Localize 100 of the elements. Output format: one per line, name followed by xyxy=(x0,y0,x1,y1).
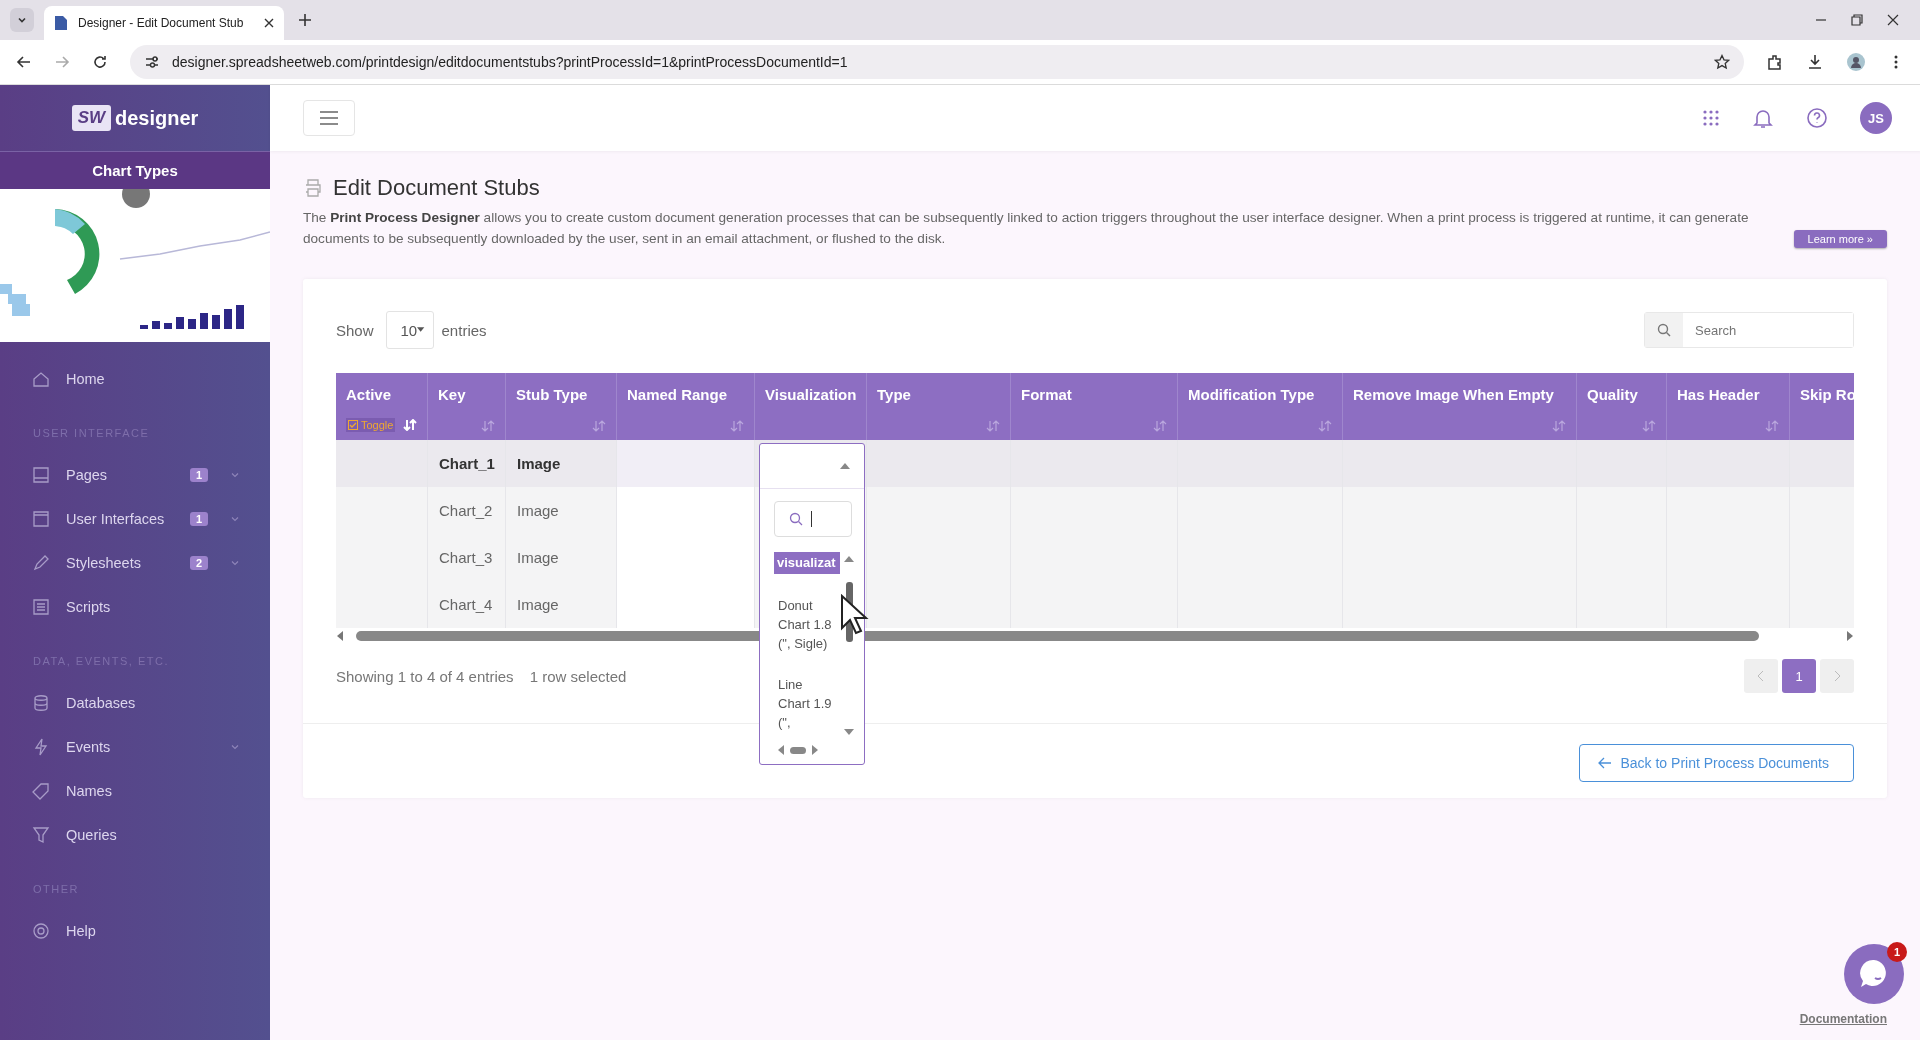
user-avatar[interactable]: JS xyxy=(1860,102,1892,134)
learn-more-button[interactable]: Learn more » xyxy=(1793,230,1887,248)
sidebar-item[interactable]: Events xyxy=(0,725,270,769)
sidebar-item-label: Names xyxy=(66,783,113,799)
new-tab-icon[interactable] xyxy=(298,13,312,27)
back-button[interactable]: Back to Print Process Documents xyxy=(1579,744,1854,782)
count-badge: 1 xyxy=(189,468,208,482)
notification-bell-icon[interactable] xyxy=(1752,107,1774,129)
tab-title: Designer - Edit Document Stub xyxy=(78,16,245,30)
printer-icon xyxy=(303,178,323,198)
dropdown-search-field[interactable] xyxy=(774,501,852,537)
search-field[interactable]: Search xyxy=(1644,312,1854,348)
table-cell: Chart_4 xyxy=(439,596,493,613)
download-icon[interactable] xyxy=(1806,53,1824,71)
sidebar-item[interactable]: Stylesheets 2 xyxy=(0,541,270,585)
database-icon xyxy=(32,694,50,712)
sort-icon[interactable] xyxy=(730,420,744,432)
back-icon[interactable] xyxy=(16,54,32,70)
sidebar-item[interactable]: Scripts xyxy=(0,585,270,629)
chevron-down-icon xyxy=(230,742,240,752)
table-cell: Image xyxy=(517,549,559,566)
sort-icon[interactable] xyxy=(481,420,495,432)
arrow-left-icon xyxy=(1598,757,1613,769)
close-icon[interactable] xyxy=(264,18,274,28)
sort-icon[interactable] xyxy=(1153,420,1167,432)
star-icon[interactable] xyxy=(1714,54,1730,70)
window-icon xyxy=(32,510,50,528)
table-row[interactable]: Chart_1 Image xyxy=(336,440,1854,487)
lifebuoy-icon xyxy=(32,922,50,940)
sidebar-item-label: Home xyxy=(66,371,106,387)
scroll-down-icon[interactable] xyxy=(844,729,854,735)
scroll-right-icon[interactable] xyxy=(1846,631,1854,641)
logo-text: designer xyxy=(115,106,199,130)
url-text: designer.spreadsheetweb.com/printdesign/editdocumentstubs?printProcessId=1&printProcessDocumentId=1 xyxy=(172,54,848,70)
apps-grid-icon[interactable] xyxy=(1702,109,1720,127)
menu-icon xyxy=(319,111,339,125)
reload-icon[interactable] xyxy=(92,54,108,70)
table-row[interactable]: Chart_2 Image xyxy=(336,487,1854,534)
filter-icon xyxy=(32,826,50,844)
site-settings-icon[interactable] xyxy=(144,54,160,70)
tag-icon xyxy=(32,782,50,800)
scroll-up-icon[interactable] xyxy=(844,556,854,562)
scroll-right-icon[interactable] xyxy=(812,745,818,755)
tab-list-button[interactable] xyxy=(10,8,34,32)
scroll-left-icon[interactable] xyxy=(778,745,784,755)
caret-up-icon[interactable] xyxy=(840,463,850,469)
show-label: Show xyxy=(336,321,374,339)
help-icon[interactable] xyxy=(1806,107,1828,129)
page-title: Edit Document Stubs xyxy=(333,175,540,201)
sidebar-item-label: Scripts xyxy=(66,599,112,615)
sidebar-item[interactable]: Queries xyxy=(0,813,270,857)
sidebar-item-label: User Interfaces xyxy=(66,511,166,527)
sort-icon[interactable] xyxy=(1765,420,1779,432)
restore-icon[interactable] xyxy=(1850,13,1864,27)
entries-label: entries xyxy=(441,321,487,339)
sort-icon[interactable] xyxy=(1642,420,1656,432)
dropdown-option[interactable]: visualizat xyxy=(774,552,840,574)
table-cell: Image xyxy=(517,596,559,613)
sidebar-item[interactable]: User Interfaces 1 xyxy=(0,497,270,541)
chat-button[interactable]: 1 xyxy=(1844,944,1904,1004)
checkbox-icon xyxy=(348,420,358,430)
forward-icon[interactable] xyxy=(54,54,70,70)
page-size-select[interactable]: 10 xyxy=(385,311,434,349)
sidebar-item-label: Databases xyxy=(66,695,137,711)
sidebar-item[interactable]: Home xyxy=(0,357,270,401)
table-cell: Image xyxy=(517,502,559,519)
scrollbar-thumb[interactable] xyxy=(790,746,806,754)
sort-icon[interactable] xyxy=(1318,420,1332,432)
sidebar-item-label: Help xyxy=(66,923,97,939)
extensions-icon[interactable] xyxy=(1766,53,1784,71)
menu-button[interactable] xyxy=(303,100,355,136)
bolt-icon xyxy=(32,738,50,756)
address-field[interactable]: designer.spreadsheetweb.com/printdesign/editdocumentstubs?printProcessId=1&printProcessDocumentId=1 xyxy=(130,45,1744,79)
sort-icon[interactable] xyxy=(1552,420,1566,432)
table-cell: Chart_3 xyxy=(439,549,493,566)
profile-icon[interactable] xyxy=(1846,52,1866,72)
logo-mark: SW xyxy=(71,105,111,131)
close-window-icon[interactable] xyxy=(1886,13,1900,27)
search-icon xyxy=(1657,323,1671,337)
home-icon xyxy=(32,370,50,388)
dropdown-option[interactable]: Line Chart 1.9 (", xyxy=(774,675,838,732)
sidebar-item[interactable]: Databases xyxy=(0,681,270,725)
page-button[interactable]: 1 xyxy=(1782,659,1816,693)
table-cell: Image xyxy=(517,455,561,472)
sidebar-item-label: Queries xyxy=(66,827,118,843)
page-description: The Print Process Designer allows you to create custom document generation processes that can be subsequently linked to action triggers throughout the user interface designer. When a print process is triggered at runtime, it can generate documents to be subsequently downloaded by the user, sent in an email attachment, or flushed to the disk. xyxy=(303,209,1750,248)
sort-icon[interactable] xyxy=(592,420,606,432)
scrollbar-thumb[interactable] xyxy=(356,631,1759,641)
sidebar-item[interactable]: Help xyxy=(0,909,270,953)
browser-tab[interactable]: Designer - Edit Document Stub xyxy=(44,6,284,40)
documentation-link[interactable]: Documentation xyxy=(1799,1012,1887,1026)
sort-icon[interactable] xyxy=(986,420,1000,432)
search-icon xyxy=(789,512,803,526)
script-icon xyxy=(32,598,50,616)
sidebar-item[interactable]: Pages 1 xyxy=(0,453,270,497)
panel-title: Chart Types xyxy=(0,151,270,189)
notification-badge: 1 xyxy=(1887,942,1907,962)
sidebar-item-label: Events xyxy=(66,739,112,755)
scroll-left-icon[interactable] xyxy=(336,631,344,641)
sidebar-item[interactable]: Names xyxy=(0,769,270,813)
